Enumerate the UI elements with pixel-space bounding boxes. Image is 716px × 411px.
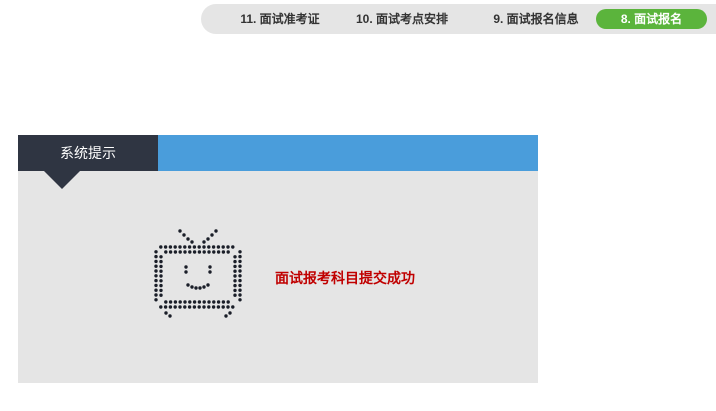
panel-title: 系统提示 [18,135,158,171]
step-10-exam-site-arrangement[interactable]: 10. 面试考点安排 [347,9,457,29]
page: 11. 面试准考证 10. 面试考点安排 9. 面试报名信息 8. 面试报名 系… [0,0,716,411]
system-message-panel: 系统提示 面试报考科目提交成功 [18,135,538,383]
title-pointer-arrow [44,171,80,189]
success-message: 面试报考科目提交成功 [275,270,415,286]
step-8-registration-active[interactable]: 8. 面试报名 [596,9,707,29]
step-progress-bar: 11. 面试准考证 10. 面试考点安排 9. 面试报名信息 8. 面试报名 [201,4,716,34]
panel-header: 系统提示 [18,135,538,171]
step-11-admission-ticket[interactable]: 11. 面试准考证 [225,9,335,29]
step-9-registration-info[interactable]: 9. 面试报名信息 [481,9,591,29]
tv-icon [154,229,242,318]
